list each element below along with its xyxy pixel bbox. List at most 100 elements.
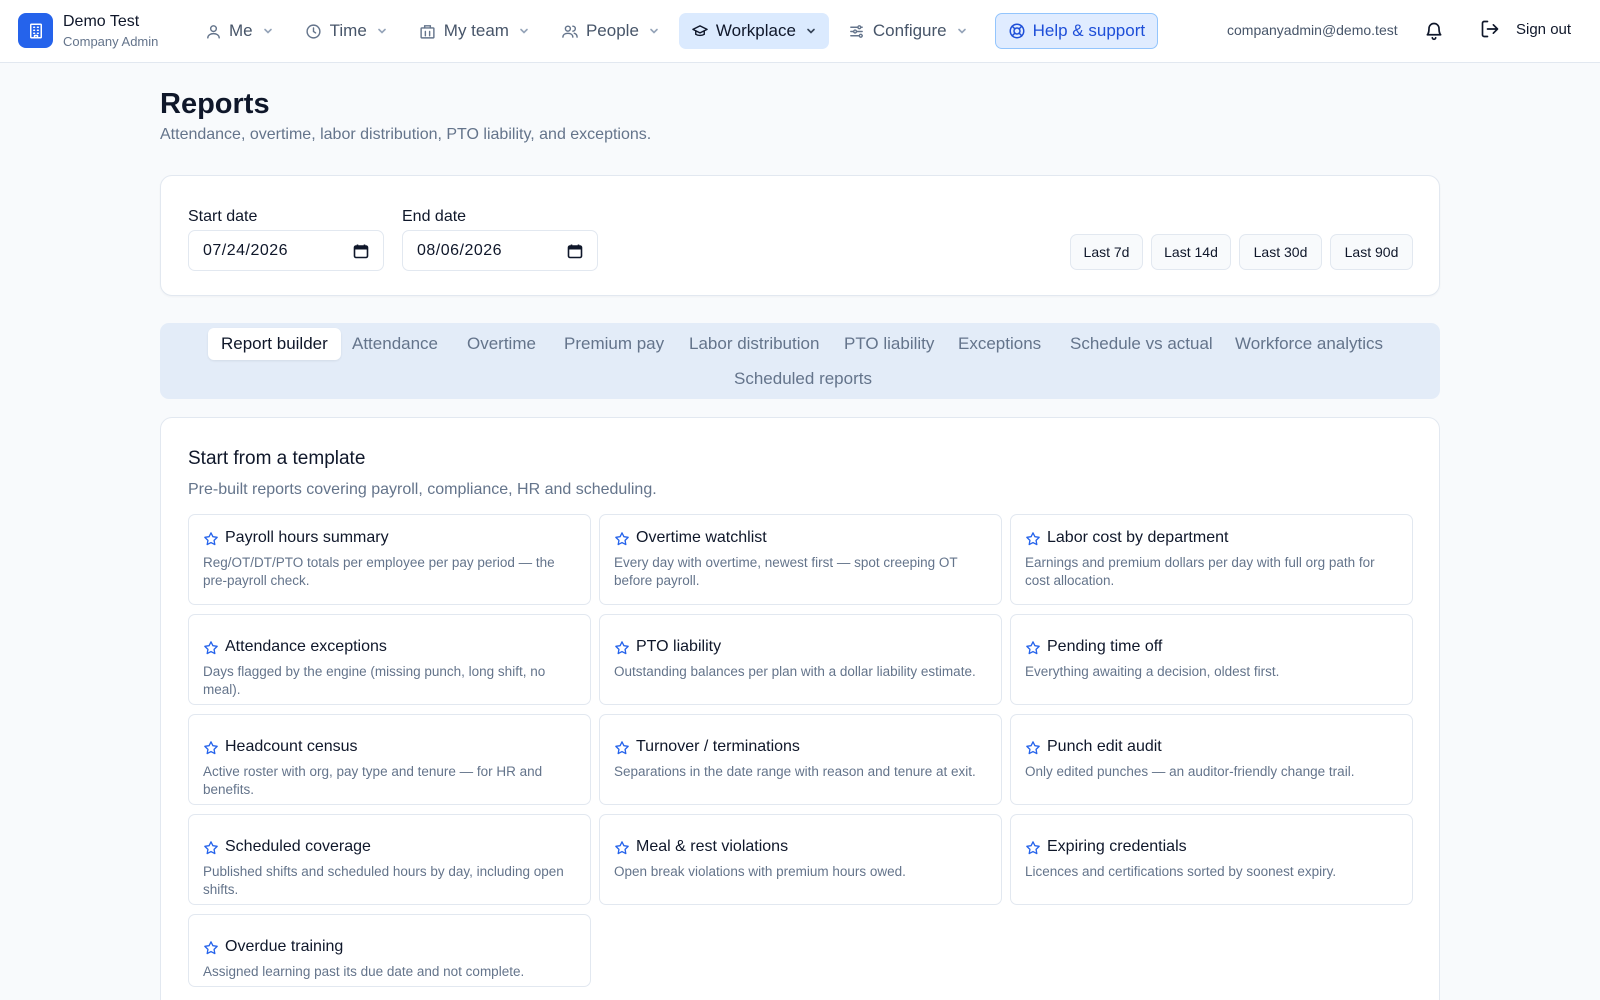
template-card[interactable]: Punch edit audit Only edited punches — an… [1010,714,1413,805]
star-icon[interactable] [614,740,630,756]
user-email: companyadmin@demo.test [1227,22,1398,38]
template-name: PTO liability [636,638,722,655]
range-last-90d-button[interactable]: Last 90d [1330,234,1413,270]
template-name: Payroll hours summary [225,529,389,546]
templates-title: Start from a template [188,448,366,469]
star-icon[interactable] [203,531,219,547]
tab-report-builder[interactable]: Report builder [208,328,341,360]
tab-schedule-vs-actual[interactable]: Schedule vs actual [1070,328,1213,360]
template-card[interactable]: Labor cost by department Earnings and pre… [1010,514,1413,605]
template-description: Every day with overtime, newest first — … [614,555,958,588]
page-subtitle: Attendance, overtime, labor distribution… [160,126,652,143]
template-description: Published shifts and scheduled hours by … [203,864,564,897]
template-description: Outstanding balances per plan with a dol… [614,664,976,679]
nav-item-my-team[interactable]: My team [407,13,542,49]
templates-subtitle: Pre-built reports covering payroll, comp… [188,481,657,498]
end-date-label: End date [402,208,467,225]
template-name: Turnover / terminations [636,738,800,755]
clock-icon [305,22,323,40]
star-icon[interactable] [1025,531,1041,547]
star-icon[interactable] [1025,840,1041,856]
tab-labor-distribution[interactable]: Labor distribution [689,328,819,360]
tab-scheduled-reports[interactable]: Scheduled reports [734,363,872,395]
lifebuoy-icon [1008,22,1026,40]
template-description: Earnings and premium dollars per day wit… [1025,555,1375,588]
calendar-icon[interactable] [353,243,369,259]
building-icon [419,22,437,40]
range-last-14d-button[interactable]: Last 14d [1151,234,1231,270]
start-date-value: 07/24/2026 [203,241,289,259]
star-icon[interactable] [614,840,630,856]
template-card[interactable]: Overtime watchlist Every day with overtim… [599,514,1002,605]
template-card[interactable]: Payroll hours summary Reg/OT/DT/PTO total… [188,514,591,605]
template-description: Assigned learning past its due date and … [203,964,525,979]
report-tabs: Report builder Attendance Overtime Premi… [160,323,1440,399]
template-card[interactable]: Turnover / terminations Separations in th… [599,714,1002,805]
help-support-button[interactable]: Help & support [994,13,1159,49]
user-icon [204,22,222,40]
chevron-down-icon [805,25,817,37]
tab-attendance[interactable]: Attendance [352,328,438,360]
brand[interactable]: Demo Test Company Admin [18,13,158,48]
tab-workforce-analytics[interactable]: Workforce analytics [1235,328,1383,360]
nav-item-workplace[interactable]: Workplace [678,13,829,49]
brand-name: Demo Test [63,13,140,30]
template-card[interactable]: Overdue training Assigned learning past i… [188,914,591,987]
chevron-down-icon [376,25,388,37]
tab-pto-liability[interactable]: PTO liability [844,328,934,360]
tab-premium-pay[interactable]: Premium pay [564,328,664,360]
template-description: Active roster with org, pay type and ten… [203,764,543,797]
template-description: Separations in the date range with reaso… [614,764,976,779]
chevron-down-icon [262,25,274,37]
range-last-7d-button[interactable]: Last 7d [1070,234,1143,270]
template-description: Only edited punches — an auditor-friendl… [1025,764,1355,779]
star-icon[interactable] [614,531,630,547]
tab-exceptions[interactable]: Exceptions [958,328,1041,360]
sign-out-label: Sign out [1516,20,1572,38]
main-nav: Me Time My team People Workplace Configu… [192,13,1165,49]
end-date-value: 08/06/2026 [417,241,503,259]
template-card[interactable]: Scheduled coverage Published shifts and s… [188,814,591,905]
bell-icon[interactable] [1424,20,1444,42]
log-out-icon [1480,19,1500,39]
template-name: Punch edit audit [1047,738,1162,755]
end-date-input[interactable]: 08/06/2026 [402,230,598,271]
nav-item-time[interactable]: Time [293,13,400,49]
template-card[interactable]: Meal & rest violations Open break violati… [599,814,1002,905]
star-icon[interactable] [203,640,219,656]
nav-label: Me [229,21,253,40]
sign-out-button[interactable]: Sign out [1480,19,1571,39]
template-name: Scheduled coverage [225,838,371,855]
range-last-30d-button[interactable]: Last 30d [1239,234,1322,270]
star-icon[interactable] [203,840,219,856]
start-date-label: Start date [188,208,258,225]
template-card[interactable]: Attendance exceptions Days flagged by the… [188,614,591,705]
graduation-cap-icon [691,22,709,40]
template-description: Days flagged by the engine (missing punc… [203,664,546,697]
template-name: Expiring credentials [1047,838,1187,855]
brand-role: Company Admin [63,34,159,49]
star-icon[interactable] [203,940,219,956]
star-icon[interactable] [1025,740,1041,756]
page-title: Reports [160,88,270,120]
nav-item-configure[interactable]: Configure [836,13,980,49]
template-card[interactable]: Expiring credentials Licences and certifi… [1010,814,1413,905]
template-card[interactable]: Headcount census Active roster with org, … [188,714,591,805]
nav-item-people[interactable]: People [549,13,672,49]
star-icon[interactable] [614,640,630,656]
template-name: Overdue training [225,938,344,955]
tab-overtime[interactable]: Overtime [467,328,536,360]
nav-item-me[interactable]: Me [192,13,286,49]
star-icon[interactable] [1025,640,1041,656]
date-filter-card: Start date 07/24/2026 End date 08/06/202… [160,175,1440,296]
top-bar: Demo Test Company Admin Me Time My team [0,0,1600,63]
calendar-icon[interactable] [567,243,583,259]
template-card[interactable]: Pending time off Everything awaiting a de… [1010,614,1413,705]
template-name: Pending time off [1047,638,1163,655]
sliders-icon [848,22,866,40]
star-icon[interactable] [203,740,219,756]
users-icon [561,22,579,40]
template-card[interactable]: PTO liability Outstanding balances per pl… [599,614,1002,705]
building-logo-icon [18,13,53,48]
start-date-input[interactable]: 07/24/2026 [188,230,384,271]
